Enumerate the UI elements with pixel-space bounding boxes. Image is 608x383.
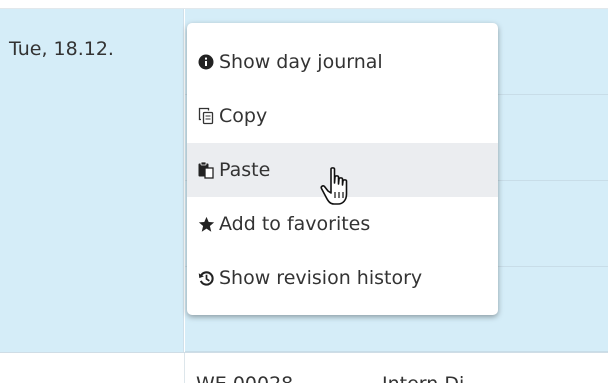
grid-top-strip xyxy=(0,0,608,9)
info-circle-icon xyxy=(197,53,215,71)
day-cell[interactable]: Tue, 18.12. xyxy=(0,9,184,352)
paste-icon xyxy=(197,161,215,179)
history-icon xyxy=(197,269,215,287)
column-divider xyxy=(184,353,185,383)
menu-item-copy[interactable]: Copy xyxy=(187,89,498,143)
menu-item-show-revision-history[interactable]: Show revision history xyxy=(187,251,498,305)
star-icon xyxy=(197,215,215,233)
context-menu: Show day journal Copy Paste Add to favor… xyxy=(187,23,498,315)
next-row-label: Intern Di xyxy=(382,373,464,383)
menu-item-label: Paste xyxy=(219,159,271,181)
next-row-code: WE 00028 xyxy=(196,373,293,383)
menu-item-label: Show revision history xyxy=(219,267,423,289)
menu-item-show-day-journal[interactable]: Show day journal xyxy=(187,35,498,89)
menu-item-add-to-favorites[interactable]: Add to favorites xyxy=(187,197,498,251)
menu-item-label: Add to favorites xyxy=(219,213,371,235)
menu-item-label: Copy xyxy=(219,105,268,127)
menu-item-paste[interactable]: Paste xyxy=(187,143,498,197)
next-day-row[interactable]: WE 00028 Intern Di xyxy=(0,352,608,383)
day-label: Tue, 18.12. xyxy=(9,38,114,60)
menu-item-label: Show day journal xyxy=(219,51,383,73)
copy-icon xyxy=(197,107,215,125)
